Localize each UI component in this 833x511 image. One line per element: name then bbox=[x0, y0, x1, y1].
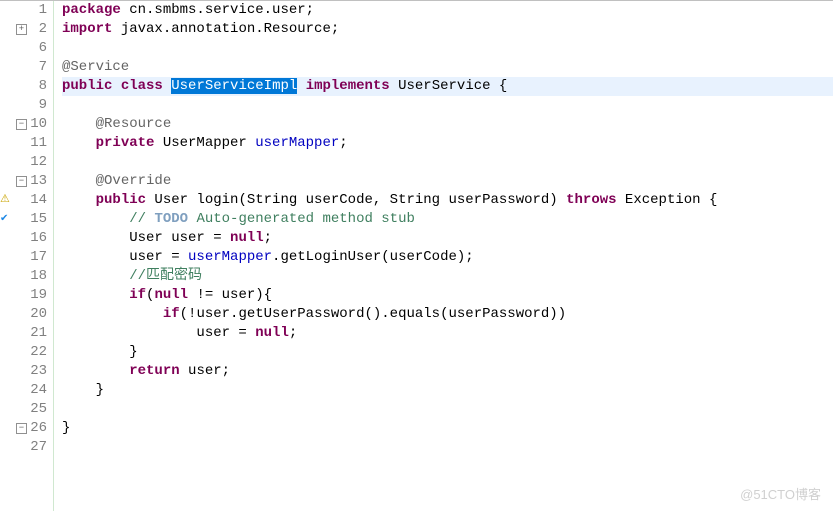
code-editor[interactable]: ⚠ ✔ 1 2+ 6 7 8 9 10− 11 12 13− 14 15 16 … bbox=[0, 1, 833, 511]
line-number: 17 bbox=[30, 249, 47, 265]
code-line bbox=[62, 39, 833, 58]
code-line bbox=[62, 96, 833, 115]
line-number: 12 bbox=[30, 154, 47, 170]
code-line: //匹配密码 bbox=[62, 267, 833, 286]
code-line bbox=[62, 438, 833, 457]
line-number: 14 bbox=[30, 192, 47, 208]
fold-expand-icon[interactable]: + bbox=[16, 24, 27, 35]
code-line: if(!user.getUserPassword().equals(userPa… bbox=[62, 305, 833, 324]
line-number: 21 bbox=[30, 325, 47, 341]
line-number: 7 bbox=[39, 59, 47, 75]
code-line: public User login(String userCode, Strin… bbox=[62, 191, 833, 210]
code-line: user = null; bbox=[62, 324, 833, 343]
code-line: } bbox=[62, 381, 833, 400]
code-line: if(null != user){ bbox=[62, 286, 833, 305]
code-line: private UserMapper userMapper; bbox=[62, 134, 833, 153]
line-number: 26 bbox=[30, 420, 47, 436]
code-line bbox=[62, 400, 833, 419]
line-number: 24 bbox=[30, 382, 47, 398]
line-number: 6 bbox=[39, 40, 47, 56]
code-line: // TODO Auto-generated method stub bbox=[62, 210, 833, 229]
warning-marker-icon[interactable]: ⚠ bbox=[0, 194, 10, 206]
line-number: 10 bbox=[30, 116, 47, 132]
line-number: 19 bbox=[30, 287, 47, 303]
line-number: 1 bbox=[39, 2, 47, 18]
code-line bbox=[62, 153, 833, 172]
line-number: 16 bbox=[30, 230, 47, 246]
code-line: return user; bbox=[62, 362, 833, 381]
line-number: 8 bbox=[39, 78, 47, 94]
code-line: } bbox=[62, 343, 833, 362]
code-line: @Override bbox=[62, 172, 833, 191]
fold-collapse-icon[interactable]: − bbox=[16, 423, 27, 434]
fold-collapse-icon[interactable]: − bbox=[16, 119, 27, 130]
line-number: 13 bbox=[30, 173, 47, 189]
line-number: 15 bbox=[30, 211, 47, 227]
line-number: 27 bbox=[30, 439, 47, 455]
code-line: @Service bbox=[62, 58, 833, 77]
code-line: } bbox=[62, 419, 833, 438]
line-number-gutter: 1 2+ 6 7 8 9 10− 11 12 13− 14 15 16 17 1… bbox=[18, 1, 54, 511]
line-number: 23 bbox=[30, 363, 47, 379]
watermark: @51CTO博客 bbox=[740, 484, 821, 503]
line-number: 9 bbox=[39, 97, 47, 113]
code-line: @Resource bbox=[62, 115, 833, 134]
line-number: 25 bbox=[30, 401, 47, 417]
line-number: 20 bbox=[30, 306, 47, 322]
line-number: 2 bbox=[39, 21, 47, 37]
marker-column: ⚠ ✔ bbox=[0, 1, 18, 511]
code-line: User user = null; bbox=[62, 229, 833, 248]
code-line: import javax.annotation.Resource; bbox=[62, 20, 833, 39]
selected-text[interactable]: UserServiceImpl bbox=[171, 78, 297, 94]
line-number: 18 bbox=[30, 268, 47, 284]
line-number: 11 bbox=[30, 135, 47, 151]
code-line: public class UserServiceImpl implements … bbox=[62, 77, 833, 96]
code-line: package cn.smbms.service.user; bbox=[62, 1, 833, 20]
line-number: 22 bbox=[30, 344, 47, 360]
code-line: user = userMapper.getLoginUser(userCode)… bbox=[62, 248, 833, 267]
checkmark-marker-icon[interactable]: ✔ bbox=[0, 214, 8, 225]
fold-collapse-icon[interactable]: − bbox=[16, 176, 27, 187]
code-content[interactable]: package cn.smbms.service.user; import ja… bbox=[54, 1, 833, 511]
